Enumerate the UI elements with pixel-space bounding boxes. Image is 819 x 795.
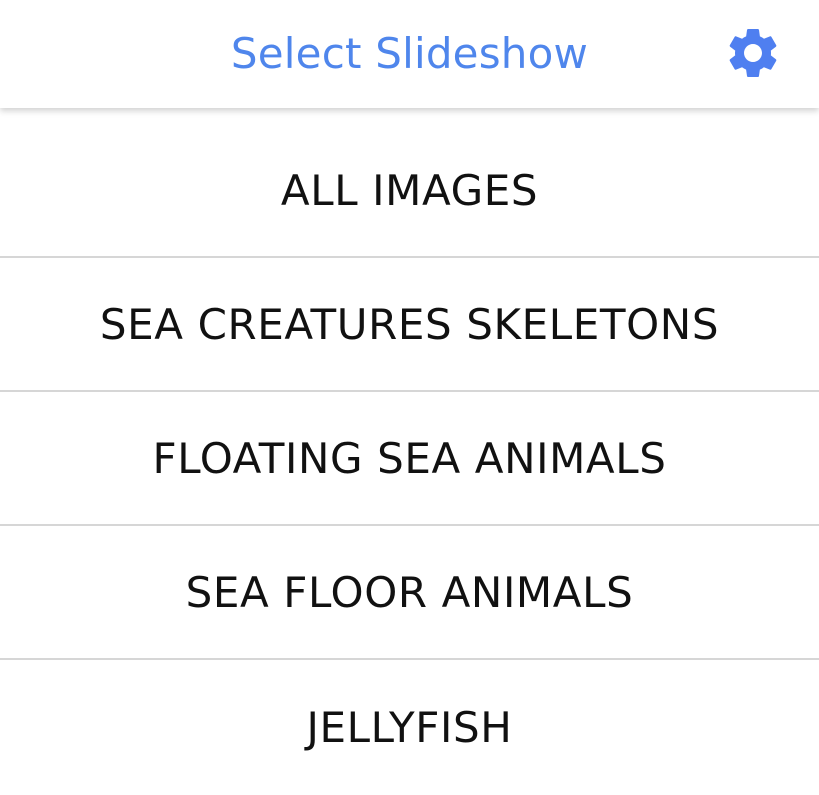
slideshow-list: ALL IMAGES SEA CREATURES SKELETONS FLOAT…: [0, 124, 819, 794]
page-title: Select Slideshow: [230, 29, 589, 78]
slideshow-item-all-images[interactable]: ALL IMAGES: [0, 124, 819, 258]
top-app-bar: Select Slideshow: [0, 0, 819, 108]
slideshow-item-jellyfish[interactable]: JELLYFISH: [0, 660, 819, 794]
settings-button[interactable]: [722, 22, 784, 84]
slideshow-item-label: SEA CREATURES SKELETONS: [99, 299, 720, 349]
slideshow-item-sea-creatures-skeletons[interactable]: SEA CREATURES SKELETONS: [0, 258, 819, 392]
gear-icon: [729, 29, 777, 77]
app-root: Select Slideshow ALL IMAGES SEA CREATURE…: [0, 0, 819, 795]
slideshow-item-sea-floor-animals[interactable]: SEA FLOOR ANIMALS: [0, 526, 819, 660]
slideshow-item-floating-sea-animals[interactable]: FLOATING SEA ANIMALS: [0, 392, 819, 526]
slideshow-item-label: SEA FLOOR ANIMALS: [185, 567, 634, 617]
slideshow-item-label: JELLYFISH: [306, 702, 513, 752]
slideshow-item-label: ALL IMAGES: [280, 165, 539, 215]
slideshow-item-label: FLOATING SEA ANIMALS: [152, 433, 667, 483]
